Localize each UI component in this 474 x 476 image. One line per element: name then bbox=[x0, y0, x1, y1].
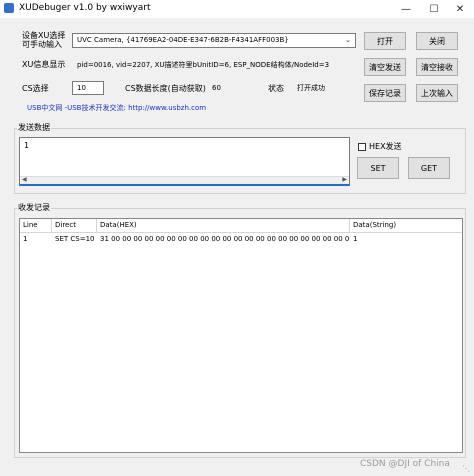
app-icon bbox=[4, 3, 14, 13]
save-log-button[interactable]: 保存记录 bbox=[364, 84, 406, 102]
row-data-hex: 31 00 00 00 00 00 00 00 00 00 00 00 00 0… bbox=[100, 235, 350, 243]
cs-length-value: 60 bbox=[207, 81, 257, 95]
column-header-data-string[interactable]: Data(String) bbox=[350, 219, 462, 233]
clear-receive-button[interactable]: 清空接收 bbox=[416, 58, 458, 76]
xu-info-label: XU信息显示 bbox=[22, 60, 66, 69]
records-title: 收发记录 bbox=[17, 202, 51, 213]
device-combo[interactable]: UVC Camera, {41769EA2-04DE-E347-6B2B-F43… bbox=[72, 33, 356, 48]
minimize-icon[interactable]: — bbox=[392, 0, 420, 18]
column-header-direct[interactable]: Direct bbox=[52, 219, 97, 233]
get-button[interactable]: GET bbox=[408, 157, 450, 179]
status-label: 状态 bbox=[268, 84, 284, 93]
column-header-line[interactable]: Line bbox=[20, 219, 52, 233]
last-input-button[interactable]: 上次输入 bbox=[416, 84, 458, 102]
clear-send-button[interactable]: 清空发送 bbox=[364, 58, 406, 76]
title-bar[interactable]: XUDebuger v1.0 by wxiwyart — ☐ ✕ bbox=[0, 0, 474, 18]
scroll-right-icon[interactable]: ▶ bbox=[342, 176, 347, 183]
close-button[interactable]: 关闭 bbox=[416, 32, 458, 50]
usbzh-link[interactable]: USB中文网 -USB技术开发交流: http://www.usbzh.com bbox=[27, 103, 206, 113]
xu-info-value: pid=0016, vid=2207, XU描述符里bUnitID=6, ESP… bbox=[72, 58, 356, 72]
send-data-text: 1 bbox=[24, 141, 30, 150]
open-button[interactable]: 打开 bbox=[364, 32, 406, 50]
resize-grip-icon[interactable]: ⋱ bbox=[462, 464, 472, 474]
set-button[interactable]: SET bbox=[357, 157, 399, 179]
records-table[interactable]: Line Direct Data(HEX) Data(String) 1 SET… bbox=[19, 218, 463, 453]
device-label-line2: 可手动输入 bbox=[22, 40, 62, 49]
send-data-title: 发送数据 bbox=[17, 122, 51, 133]
close-window-icon[interactable]: ✕ bbox=[446, 0, 474, 18]
status-value: 打开成功 bbox=[292, 81, 354, 95]
cs-length-label: CS数据长度(自动获取) bbox=[125, 84, 206, 93]
row-data-string: 1 bbox=[353, 235, 358, 243]
app-window: XUDebuger v1.0 by wxiwyart — ☐ ✕ 设备XU选择 … bbox=[0, 0, 474, 476]
chevron-down-icon[interactable]: ⌄ bbox=[341, 34, 355, 47]
send-hscrollbar[interactable]: ◀ ▶ bbox=[20, 176, 349, 184]
maximize-icon[interactable]: ☐ bbox=[420, 0, 448, 18]
column-header-data-hex[interactable]: Data(HEX) bbox=[97, 219, 350, 233]
cs-input[interactable]: 10 bbox=[72, 81, 104, 95]
row-line: 1 bbox=[23, 235, 28, 243]
row-direct: SET CS=10 bbox=[55, 235, 95, 243]
table-row[interactable]: 1 SET CS=10 31 00 00 00 00 00 00 00 00 0… bbox=[20, 233, 462, 246]
cs-label: CS选择 bbox=[22, 84, 49, 93]
watermark: CSDN @DJI of China bbox=[360, 459, 450, 469]
scroll-left-icon[interactable]: ◀ bbox=[22, 176, 27, 183]
hex-send-label: HEX发送 bbox=[369, 142, 402, 151]
window-title: XUDebuger v1.0 by wxiwyart bbox=[19, 3, 151, 13]
hex-send-checkbox[interactable] bbox=[358, 143, 366, 151]
device-combo-value: UVC Camera, {41769EA2-04DE-E347-6B2B-F43… bbox=[77, 36, 289, 44]
